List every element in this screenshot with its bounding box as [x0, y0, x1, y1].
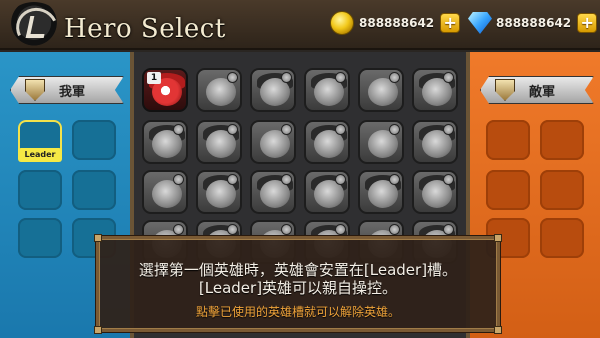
hero-card[interactable]: [412, 68, 458, 112]
lock-icon: [335, 174, 346, 185]
tutorial-dialog[interactable]: 選擇第一個英雄時，英雄會安置在[Leader]槽。 [Leader]英雄可以親自…: [94, 234, 502, 334]
hero-card[interactable]: [358, 170, 404, 214]
buy-gold-button[interactable]: +: [440, 13, 461, 33]
enemy-banner: 敵軍: [480, 76, 594, 104]
shield-icon: [495, 79, 515, 101]
enemy-slot[interactable]: [540, 170, 584, 210]
lock-icon: [227, 224, 238, 235]
lock-icon: [227, 174, 238, 185]
enemy-slot[interactable]: [540, 120, 584, 160]
ally-slot[interactable]: [18, 170, 62, 210]
enemy-label: 敵軍: [529, 84, 556, 100]
lock-icon: [389, 174, 400, 185]
lock-icon: [389, 72, 400, 83]
lock-icon: [281, 174, 292, 185]
page-title: Hero Select: [64, 14, 226, 44]
lock-icon: [335, 72, 346, 83]
ally-label: 我軍: [59, 84, 86, 100]
hero-card[interactable]: [250, 68, 296, 112]
gold-coin-icon: [330, 11, 354, 35]
gem-icon: [468, 12, 492, 34]
lock-icon: [281, 124, 292, 135]
ally-slot[interactable]: [72, 170, 116, 210]
enemy-slot[interactable]: [486, 170, 530, 210]
lock-icon: [443, 174, 454, 185]
lock-icon: [227, 124, 238, 135]
lock-icon: [227, 72, 238, 83]
hero-card[interactable]: [304, 170, 350, 214]
lock-icon: [173, 174, 184, 185]
hero-card[interactable]: [250, 120, 296, 164]
enemy-slot[interactable]: [486, 120, 530, 160]
lock-icon: [281, 72, 292, 83]
hero-card[interactable]: [142, 170, 188, 214]
hero-card[interactable]: [196, 68, 242, 112]
hero-card[interactable]: [412, 120, 458, 164]
enemy-slot[interactable]: [540, 218, 584, 258]
lock-icon: [443, 224, 454, 235]
hero-card[interactable]: [196, 120, 242, 164]
hero-card[interactable]: [304, 68, 350, 112]
selection-order-badge: 1: [147, 72, 161, 84]
hero-card[interactable]: [142, 120, 188, 164]
lock-icon: [335, 124, 346, 135]
lock-icon: [389, 224, 400, 235]
lock-icon: [389, 124, 400, 135]
gem-counter: 888888642 +: [468, 10, 598, 36]
ally-slot[interactable]: [18, 218, 62, 258]
ally-banner: 我軍: [10, 76, 124, 104]
buy-gems-button[interactable]: +: [577, 13, 598, 33]
lock-icon: [443, 124, 454, 135]
gold-amount: 888888642: [359, 16, 435, 30]
game-logo-icon[interactable]: [6, 2, 62, 48]
hero-card[interactable]: [250, 170, 296, 214]
gold-counter: 888888642 +: [330, 10, 461, 36]
tutorial-hint-text: 點擊已使用的英雄槽就可以解除英雄。: [195, 305, 400, 319]
hero-card[interactable]: [304, 120, 350, 164]
tutorial-text-line-2: [Leader]英雄可以親自操控。: [198, 279, 398, 297]
hero-card[interactable]: [358, 120, 404, 164]
hero-card[interactable]: [358, 68, 404, 112]
lock-icon: [443, 72, 454, 83]
hero-card[interactable]: [196, 170, 242, 214]
hero-card[interactable]: [412, 170, 458, 214]
top-bar: Hero Select 888888642 + 888888642 +: [0, 0, 600, 50]
lock-icon: [173, 124, 184, 135]
lock-icon: [173, 224, 184, 235]
shield-icon: [25, 79, 45, 101]
lock-icon: [281, 224, 292, 235]
leader-tag: Leader: [18, 148, 62, 162]
hero-card-selected[interactable]: 1: [142, 68, 188, 112]
ally-slot-leader[interactable]: Leader: [18, 120, 62, 162]
ally-slot[interactable]: [72, 120, 116, 160]
gem-amount: 888888642: [496, 16, 572, 30]
lock-icon: [335, 224, 346, 235]
